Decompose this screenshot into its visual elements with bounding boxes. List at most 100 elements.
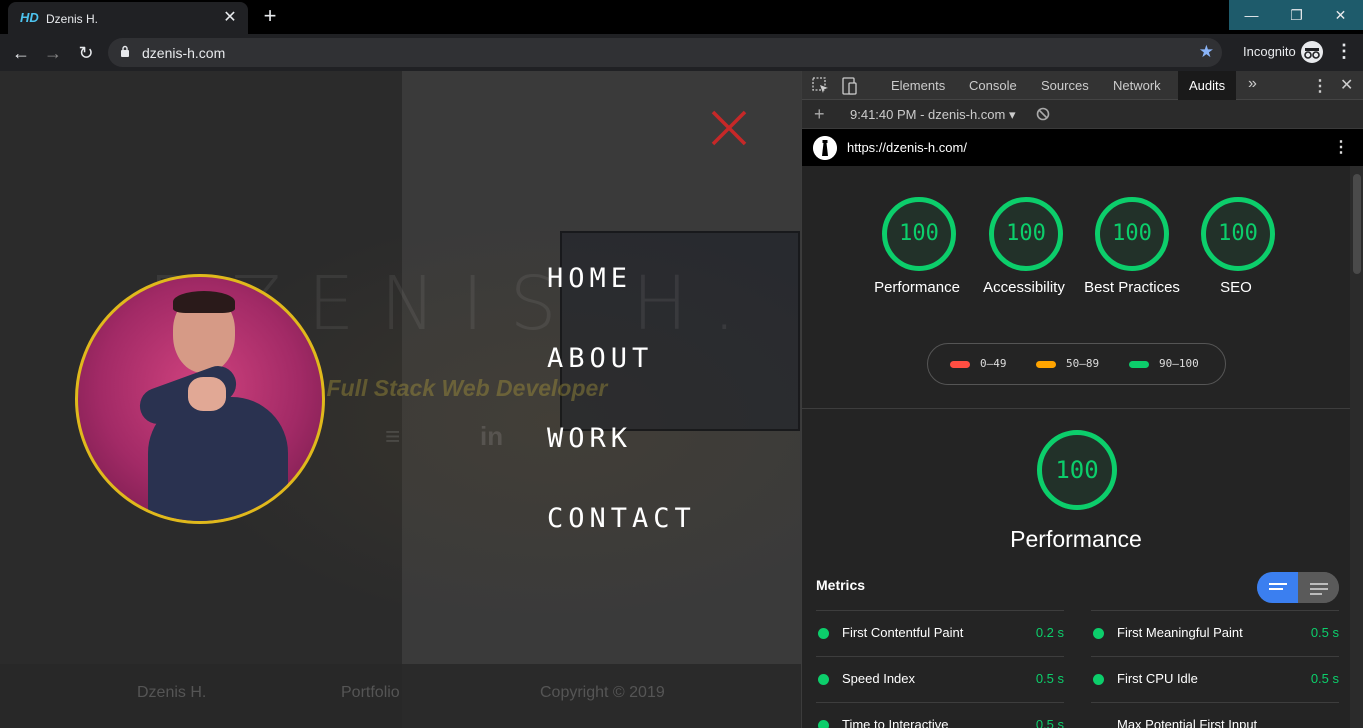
browser-menu-icon[interactable]: ⋮ bbox=[1335, 41, 1353, 62]
reload-icon[interactable]: ↻ bbox=[73, 40, 99, 66]
report-selector-label: 9:41:40 PM - dzenis-h.com bbox=[850, 107, 1006, 122]
compact-view-button[interactable] bbox=[1257, 572, 1298, 603]
more-tabs-icon[interactable]: » bbox=[1248, 75, 1257, 93]
pass-indicator-icon bbox=[818, 628, 829, 639]
category-title: Performance bbox=[1010, 526, 1142, 552]
report-selector[interactable]: 9:41:40 PM - dzenis-h.com ▾ bbox=[850, 107, 1016, 123]
tab-sources[interactable]: Sources bbox=[1030, 71, 1100, 100]
website-viewport: DZENIS H. Competent Full Stack Web Devel… bbox=[0, 71, 801, 728]
forward-arrow-icon[interactable]: → bbox=[40, 40, 66, 66]
legend-average-label: 50–89 bbox=[1066, 357, 1100, 370]
tab-title: Dzenis H. bbox=[46, 12, 99, 26]
window-restore-button[interactable]: ❐ bbox=[1274, 0, 1319, 30]
close-menu-icon[interactable] bbox=[708, 107, 750, 149]
metric-name: First CPU Idle bbox=[1117, 671, 1198, 686]
tab-elements[interactable]: Elements bbox=[880, 71, 956, 100]
nav-contact[interactable]: CONTACT bbox=[547, 501, 696, 581]
legend-pass-label: 90–100 bbox=[1159, 357, 1199, 370]
expanded-view-button[interactable] bbox=[1298, 572, 1339, 603]
pass-indicator-icon bbox=[1093, 674, 1104, 685]
devtools-panel: Elements Console Sources Network Audits … bbox=[801, 71, 1363, 728]
devtools-menu-icon[interactable]: ⋮ bbox=[1312, 76, 1328, 96]
nav-home[interactable]: HOME bbox=[547, 261, 696, 341]
pass-indicator-icon bbox=[1093, 628, 1104, 639]
legend-fail-label: 0–49 bbox=[980, 357, 1007, 370]
audit-url[interactable]: https://dzenis-h.com/ bbox=[847, 140, 967, 155]
gauge-performance-label: Performance bbox=[874, 279, 960, 296]
avatar-hair bbox=[173, 291, 235, 313]
metric-value: 0.5 s bbox=[1310, 671, 1339, 686]
tab-audits[interactable]: Audits bbox=[1178, 71, 1237, 100]
window-minimize-button[interactable]: — bbox=[1229, 0, 1274, 30]
site-favicon-icon: HD bbox=[20, 10, 39, 25]
device-toolbar-icon[interactable] bbox=[840, 76, 860, 96]
scrollbar-thumb[interactable] bbox=[1353, 174, 1361, 274]
browser-tab[interactable]: HD Dzenis H. ✕ bbox=[8, 2, 248, 34]
gauge-best-practices[interactable]: 100 bbox=[1095, 197, 1169, 271]
page-footer: Dzenis H. Portfolio Copyright © 2019 bbox=[0, 664, 801, 728]
gauge-seo-label: SEO bbox=[1220, 279, 1252, 296]
metric-row: First CPU Idle 0.5 s bbox=[1091, 656, 1339, 702]
devtools-tabbar: Elements Console Sources Network Audits … bbox=[802, 71, 1363, 100]
pass-indicator-icon bbox=[818, 720, 829, 728]
metric-value: 0.2 s bbox=[1035, 625, 1064, 640]
devtools-close-icon[interactable]: ✕ bbox=[1340, 75, 1353, 95]
window-close-button[interactable]: ✕ bbox=[1318, 0, 1363, 30]
lighthouse-topbar: https://dzenis-h.com/ ⋮ bbox=[802, 129, 1363, 166]
legend-fail-swatch bbox=[950, 361, 970, 368]
metric-row: First Meaningful Paint 0.5 s bbox=[1091, 610, 1339, 656]
bookmark-star-icon[interactable]: ★ bbox=[1199, 42, 1214, 62]
metric-value: 0.5 s bbox=[1035, 671, 1064, 686]
inspect-element-icon[interactable] bbox=[811, 76, 831, 96]
report-menu-icon[interactable]: ⋮ bbox=[1333, 137, 1349, 157]
main-nav: HOME ABOUT WORK CONTACT bbox=[547, 261, 696, 581]
browser-toolbar: ← → ↻ dzenis-h.com ★ Incognito ⋮ bbox=[0, 34, 1363, 71]
back-arrow-icon[interactable]: ← bbox=[8, 40, 34, 66]
metric-name: Speed Index bbox=[842, 671, 916, 686]
audits-toolbar: + 9:41:40 PM - dzenis-h.com ▾ bbox=[802, 100, 1363, 129]
lighthouse-logo-icon bbox=[813, 136, 837, 160]
lighthouse-report: 100 Performance 100 Accessibility 100 Be… bbox=[802, 166, 1350, 728]
gauge-accessibility[interactable]: 100 bbox=[989, 197, 1063, 271]
clear-audits-icon[interactable] bbox=[1036, 107, 1050, 121]
gauge-seo[interactable]: 100 bbox=[1201, 197, 1275, 271]
metric-name: First Contentful Paint bbox=[842, 625, 964, 640]
metric-value: 0.5 s bbox=[1035, 717, 1064, 728]
tab-strip: HD Dzenis H. ✕ + — ❐ ✕ bbox=[0, 0, 1363, 34]
tab-close-icon[interactable]: ✕ bbox=[220, 8, 240, 28]
footer-copyright: Copyright © 2019 bbox=[540, 684, 665, 701]
report-scrollbar[interactable] bbox=[1350, 166, 1363, 728]
metric-row: Time to Interactive 0.5 s bbox=[816, 702, 1064, 728]
avatar-hand bbox=[188, 377, 226, 411]
nav-about[interactable]: ABOUT bbox=[547, 341, 696, 421]
section-divider bbox=[802, 408, 1350, 409]
avatar bbox=[75, 274, 325, 524]
linkedin-icon[interactable]: in bbox=[480, 421, 503, 452]
gauge-best-practices-label: Best Practices bbox=[1084, 279, 1180, 296]
lock-icon bbox=[121, 45, 129, 57]
address-bar[interactable]: dzenis-h.com ★ bbox=[108, 38, 1222, 67]
metric-value: 0.5 s bbox=[1310, 625, 1339, 640]
category-gauge: 100 bbox=[1037, 430, 1117, 510]
metric-name: Max Potential First Input bbox=[1117, 717, 1258, 728]
footer-name: Dzenis H. bbox=[137, 684, 207, 701]
gauge-performance[interactable]: 100 bbox=[882, 197, 956, 271]
metrics-heading: Metrics bbox=[816, 577, 866, 593]
score-legend: 0–49 50–89 90–100 bbox=[927, 343, 1226, 385]
incognito-label: Incognito bbox=[1243, 44, 1296, 59]
nav-work[interactable]: WORK bbox=[547, 421, 696, 501]
legend-average-swatch bbox=[1036, 361, 1056, 368]
tab-network[interactable]: Network bbox=[1102, 71, 1172, 100]
compact-view-icon bbox=[1269, 583, 1287, 593]
metric-row: Speed Index 0.5 s bbox=[816, 656, 1064, 702]
new-tab-button[interactable]: + bbox=[258, 4, 282, 28]
stackoverflow-icon[interactable]: ≡ bbox=[385, 421, 400, 452]
pass-indicator-icon bbox=[818, 674, 829, 685]
tab-console[interactable]: Console bbox=[958, 71, 1028, 100]
legend-pass-swatch bbox=[1129, 361, 1149, 368]
metric-row: First Contentful Paint 0.2 s bbox=[816, 610, 1064, 656]
new-audit-icon[interactable]: + bbox=[814, 104, 825, 125]
metric-name: Time to Interactive bbox=[842, 717, 949, 728]
incognito-icon[interactable] bbox=[1301, 41, 1323, 63]
metrics-view-toggle[interactable] bbox=[1257, 572, 1339, 603]
